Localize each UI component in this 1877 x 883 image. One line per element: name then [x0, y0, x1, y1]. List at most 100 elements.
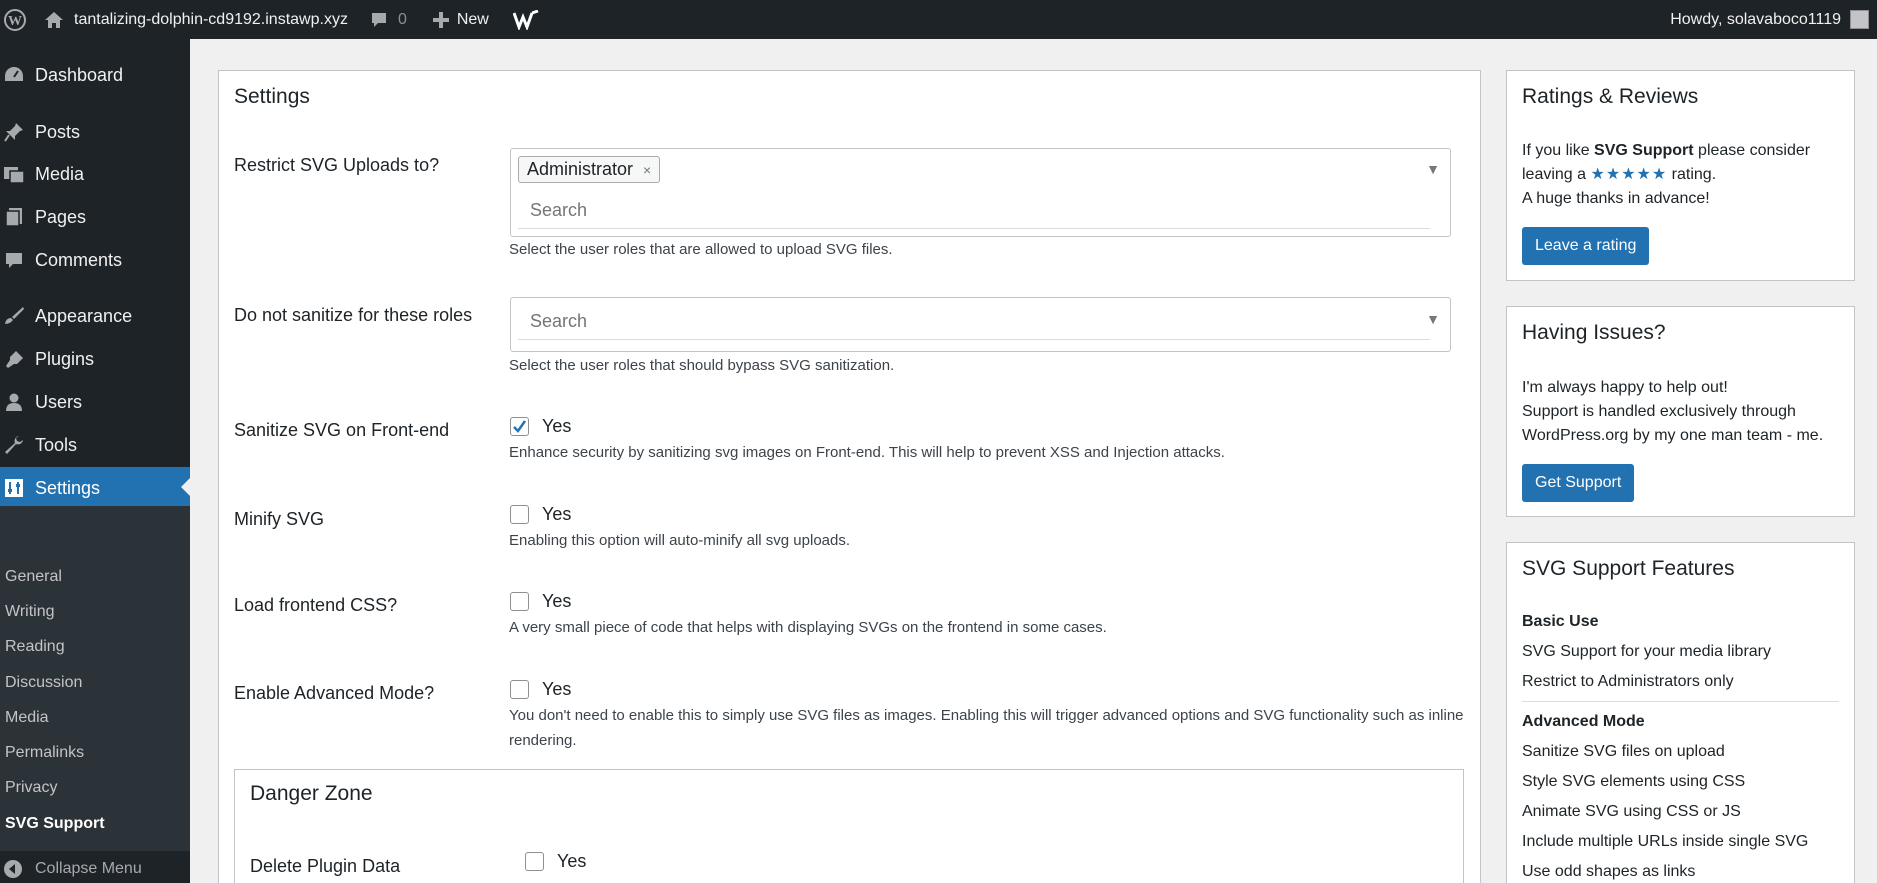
leave-rating-button[interactable]: Leave a rating [1522, 227, 1650, 265]
five-star-rating-link[interactable]: ★★★★★ [1591, 166, 1668, 183]
site-name-link[interactable]: tantalizing-dolphin-cd9192.instawp.xyz [44, 0, 348, 39]
minify-option[interactable]: Yes [510, 504, 571, 525]
advanced-mode-description-line1: You don't need to enable this to simply … [509, 707, 1464, 724]
collapse-menu-button[interactable]: Collapse Menu [0, 856, 142, 882]
home-icon [45, 11, 63, 28]
menu-label: Comments [35, 249, 123, 270]
restrict-search-input[interactable] [530, 200, 1410, 221]
checkbox-label: Yes [542, 416, 572, 436]
ratings-text-line2: leaving a ★★★★★ rating. [1522, 163, 1716, 187]
comments-icon [0, 250, 28, 270]
issues-box: Having Issues? I'm always happy to help … [1506, 306, 1855, 517]
ratings-text-line3: A huge thanks in advance! [1522, 190, 1710, 207]
menu-item-appearance[interactable]: Appearance [0, 296, 190, 336]
menu-item-users[interactable]: Users [0, 382, 190, 422]
dashboard-icon [0, 65, 28, 85]
menu-item-plugins[interactable]: Plugins [0, 339, 190, 379]
new-content-link[interactable]: New [432, 0, 489, 39]
ratings-title: Ratings & Reviews [1522, 85, 1699, 108]
sanitize-frontend-description: Enhance security by sanitizing svg image… [509, 444, 1225, 461]
howdy-user[interactable]: Howdy, solavaboco1119 [1670, 0, 1841, 39]
admin-bar: W tantalizing-dolphin-cd9192.instawp.xyz… [0, 0, 1877, 39]
menu-item-tools[interactable]: Tools [0, 425, 190, 465]
menu-item-dashboard[interactable]: Dashboard [0, 55, 190, 95]
menu-label: Plugins [35, 348, 95, 369]
media-icon [0, 164, 28, 184]
feature-item: SVG Support for your media library [1522, 643, 1771, 660]
no-sanitize-roles-select[interactable]: ▼ [510, 297, 1451, 352]
menu-label: Pages [35, 206, 87, 227]
no-sanitize-label: Do not sanitize for these roles [234, 305, 473, 325]
plug-icon [0, 349, 28, 369]
feature-item: Include multiple URLs inside single SVG [1522, 833, 1809, 850]
new-label: New [456, 10, 489, 28]
submenu-permalinks[interactable]: Permalinks [5, 744, 84, 762]
menu-item-media[interactable]: Media [0, 154, 190, 194]
issues-text-line1: I'm always happy to help out! [1522, 379, 1728, 396]
restrict-uploads-label: Restrict SVG Uploads to? [234, 155, 440, 175]
menu-item-pages[interactable]: Pages [0, 197, 190, 237]
minify-description: Enabling this option will auto-minify al… [509, 532, 851, 549]
no-sanitize-search-wrap [518, 302, 1430, 340]
frontend-css-option[interactable]: Yes [510, 591, 571, 612]
submenu-general[interactable]: General [5, 568, 62, 586]
menu-label: Settings [35, 477, 101, 498]
menu-item-settings[interactable]: Settings [0, 467, 190, 509]
remove-tag-icon[interactable]: × [643, 162, 651, 178]
menu-label: Posts [35, 121, 81, 142]
submenu-discussion[interactable]: Discussion [5, 674, 82, 692]
get-support-button[interactable]: Get Support [1522, 464, 1635, 502]
delete-plugin-data-checkbox[interactable] [525, 852, 544, 871]
restrict-roles-select[interactable]: Administrator × ▼ [510, 148, 1451, 237]
submenu-svg-support[interactable]: SVG Support [5, 815, 105, 833]
submenu-reading[interactable]: Reading [5, 638, 65, 656]
pushpin-icon [0, 122, 28, 142]
settings-title: Settings [234, 85, 310, 108]
frontend-css-label: Load frontend CSS? [234, 595, 398, 615]
sanitize-frontend-option[interactable]: Yes [510, 416, 571, 437]
wordpress-logo-icon[interactable]: W [0, 0, 30, 39]
checkbox-label: Yes [557, 851, 587, 871]
feature-item: Restrict to Administrators only [1522, 673, 1734, 690]
restrict-search-wrap [518, 191, 1430, 229]
sanitize-frontend-checkbox[interactable] [510, 417, 529, 436]
wrench-icon [0, 435, 28, 455]
ratings-text-line1: If you like SVG Support please consider [1522, 139, 1810, 163]
delete-plugin-data-option[interactable]: Yes [525, 851, 586, 872]
ratings-text: leaving a [1522, 166, 1591, 183]
advanced-mode-option[interactable]: Yes [510, 679, 571, 700]
minify-checkbox[interactable] [510, 505, 529, 524]
advanced-mode-checkbox[interactable] [510, 680, 529, 699]
menu-item-posts[interactable]: Posts [0, 112, 190, 152]
issues-text-line3: WordPress.org by my one man team - me. [1522, 427, 1824, 444]
frontend-css-checkbox[interactable] [510, 592, 529, 611]
advanced-mode-label: Enable Advanced Mode? [234, 683, 435, 703]
no-sanitize-search-input[interactable] [530, 311, 1410, 332]
advanced-mode-description-line2: rendering. [509, 732, 577, 749]
frontend-css-description: A very small piece of code that helps wi… [509, 619, 1107, 636]
menu-item-comments[interactable]: Comments [0, 240, 190, 280]
comments-count: 0 [397, 10, 407, 28]
avatar[interactable] [1850, 10, 1869, 29]
minify-label: Minify SVG [234, 509, 325, 529]
comments-link[interactable]: 0 [370, 0, 407, 39]
submenu-media[interactable]: Media [5, 709, 49, 727]
divider [1522, 701, 1839, 702]
ratings-box: Ratings & Reviews If you like SVG Suppor… [1506, 70, 1855, 281]
issues-text-line2: Support is handled exclusively through [1522, 403, 1796, 420]
ratings-text: If you like [1522, 142, 1595, 159]
submenu-writing[interactable]: Writing [5, 603, 55, 621]
checkbox-label: Yes [542, 591, 572, 611]
site-name: tantalizing-dolphin-cd9192.instawp.xyz [74, 10, 348, 28]
checkmark-icon [513, 420, 527, 433]
role-tag-administrator: Administrator × [518, 156, 661, 183]
submenu-privacy[interactable]: Privacy [5, 779, 57, 797]
dropdown-caret-icon[interactable]: ▼ [1426, 161, 1440, 177]
menu-label: Media [35, 163, 85, 184]
checkbox-label: Yes [542, 679, 572, 699]
menu-label: Dashboard [35, 64, 124, 85]
collapse-label: Collapse Menu [35, 860, 142, 877]
features-box: SVG Support Features Basic Use SVG Suppo… [1506, 542, 1855, 883]
instawp-logo-icon[interactable] [512, 0, 539, 39]
feature-item: Sanitize SVG files on upload [1522, 743, 1725, 760]
